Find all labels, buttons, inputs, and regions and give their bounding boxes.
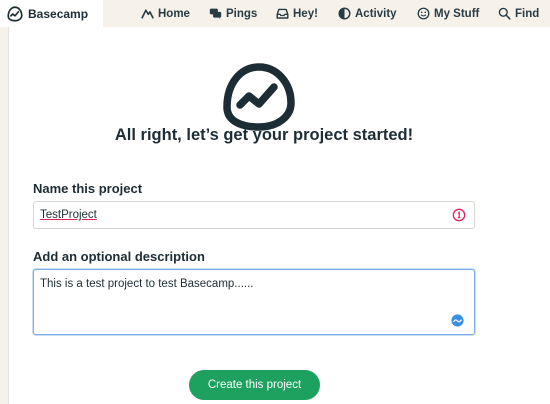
half-circle-icon bbox=[338, 7, 351, 20]
chat-bubbles-icon bbox=[209, 8, 222, 20]
grammar-alert-icon[interactable] bbox=[452, 208, 466, 222]
create-project-button[interactable]: Create this project bbox=[189, 370, 320, 400]
top-nav: Basecamp Home Pings Hey! Activity My Stu… bbox=[0, 0, 550, 27]
nav-pings-label: Pings bbox=[226, 7, 258, 20]
inbox-icon bbox=[276, 8, 289, 19]
project-name-value: TestProject bbox=[40, 209, 97, 221]
nav-my-stuff[interactable]: My Stuff bbox=[417, 0, 479, 27]
project-name-input[interactable]: TestProject bbox=[33, 201, 475, 229]
nav-hey[interactable]: Hey! bbox=[276, 0, 318, 27]
description-label: Add an optional description bbox=[33, 249, 205, 264]
brand-name: Basecamp bbox=[28, 6, 89, 21]
project-description-input[interactable]: This is a test project to test Basecamp.… bbox=[33, 269, 475, 335]
nav-home-label: Home bbox=[158, 7, 190, 20]
mountain-icon bbox=[141, 9, 154, 19]
brand-logo[interactable]: Basecamp bbox=[0, 0, 103, 27]
basecamp-logo-icon bbox=[7, 5, 23, 22]
nav-home[interactable]: Home bbox=[141, 0, 190, 27]
new-project-card: All right, let’s get your project starte… bbox=[8, 27, 550, 404]
grammar-assistant-icon[interactable] bbox=[451, 314, 464, 327]
smiley-icon bbox=[417, 7, 430, 20]
project-description-value: This is a test project to test Basecamp.… bbox=[40, 278, 254, 290]
nav-find[interactable]: Find bbox=[498, 0, 539, 27]
nav-pings[interactable]: Pings bbox=[209, 0, 257, 27]
search-icon bbox=[498, 7, 511, 20]
nav-activity-label: Activity bbox=[355, 7, 397, 20]
name-label: Name this project bbox=[33, 181, 143, 196]
nav-my-stuff-label: My Stuff bbox=[434, 7, 480, 20]
nav-hey-label: Hey! bbox=[293, 7, 318, 20]
nav-find-label: Find bbox=[515, 7, 540, 20]
basecamp-large-logo-icon bbox=[223, 63, 295, 131]
nav-activity[interactable]: Activity bbox=[338, 0, 397, 27]
page-title: All right, let’s get your project starte… bbox=[114, 126, 414, 144]
